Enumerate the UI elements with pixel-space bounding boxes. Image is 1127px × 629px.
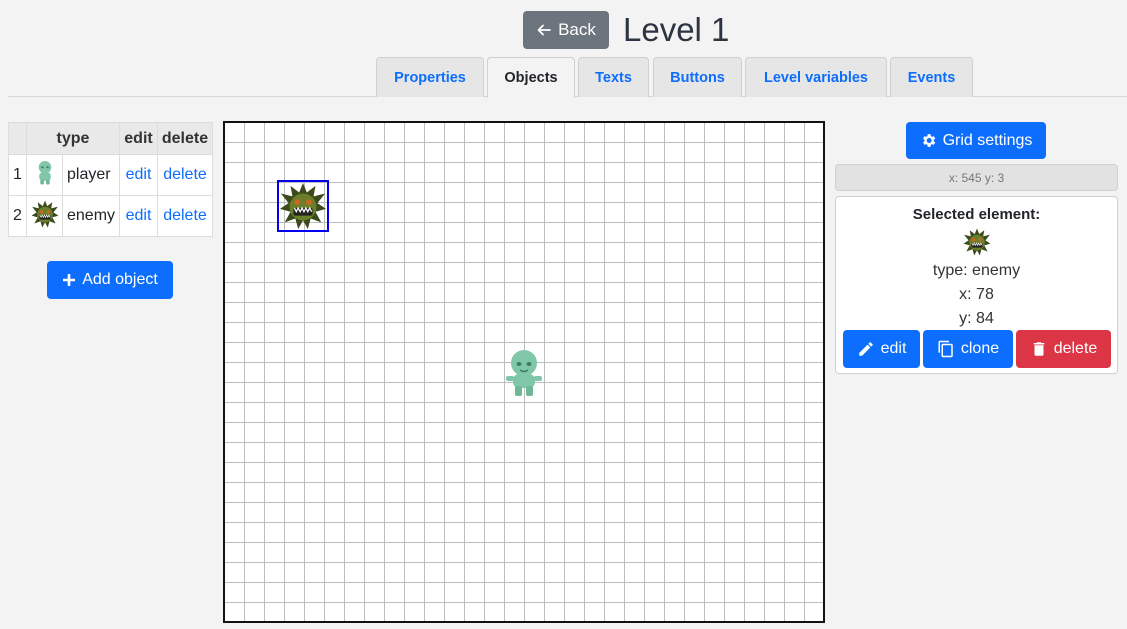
edit-link[interactable]: edit — [126, 166, 152, 183]
grid-settings-button[interactable]: Grid settings — [906, 122, 1046, 159]
header-num — [8, 122, 27, 155]
back-button[interactable]: Back — [523, 11, 609, 49]
delete-button[interactable]: delete — [1016, 330, 1111, 368]
enemy-icon — [26, 195, 63, 237]
tab-buttons[interactable]: Buttons — [653, 57, 742, 97]
objects-table: type edit delete 1 player edit delete 2 — [8, 122, 213, 237]
player-icon — [506, 350, 542, 396]
row-number: 2 — [8, 195, 27, 237]
copy-icon — [938, 340, 953, 358]
player-icon — [26, 154, 63, 196]
edit-button[interactable]: edit — [843, 330, 920, 368]
page-title: Level 1 — [623, 11, 730, 48]
clone-button-label: clone — [960, 340, 1000, 357]
tab-objects[interactable]: Objects — [487, 57, 575, 98]
selected-element-panel: Selected element: type: enemy x: 78 y: 8… — [835, 196, 1118, 374]
selected-x: x: 78 — [959, 286, 994, 303]
delete-link[interactable]: delete — [163, 207, 207, 224]
gear-icon — [922, 134, 935, 147]
table-header-row: type edit delete — [8, 122, 213, 155]
enemy-sprite-selected[interactable] — [277, 180, 329, 232]
selected-type: type: enemy — [932, 262, 1021, 279]
arrow-left-icon — [537, 24, 551, 36]
plus-icon — [63, 274, 76, 286]
selected-element-title: Selected element: — [912, 206, 1041, 223]
row-number: 1 — [8, 154, 27, 196]
back-button-label: Back — [558, 20, 596, 39]
enemy-icon — [963, 227, 991, 257]
grid-settings-label: Grid settings — [942, 131, 1033, 149]
tab-level-variables[interactable]: Level variables — [745, 57, 887, 97]
header-delete: delete — [157, 122, 213, 155]
add-object-label: Add object — [82, 271, 158, 288]
selected-y: y: 84 — [959, 310, 994, 327]
row-type: player — [62, 154, 120, 196]
table-row: 1 player edit delete — [8, 154, 213, 196]
table-row: 2 enemy edit delete — [8, 195, 213, 237]
trash-icon — [1033, 342, 1044, 356]
tab-properties[interactable]: Properties — [376, 57, 484, 97]
edit-button-label: edit — [880, 340, 907, 357]
delete-link[interactable]: delete — [163, 166, 207, 183]
level-canvas[interactable] — [223, 121, 825, 623]
delete-button-label: delete — [1053, 340, 1098, 357]
edit-link[interactable]: edit — [126, 207, 152, 224]
player-sprite[interactable] — [501, 349, 547, 399]
tab-events[interactable]: Events — [890, 57, 973, 97]
header-edit: edit — [119, 122, 158, 155]
tab-texts[interactable]: Texts — [578, 57, 649, 97]
row-type: enemy — [62, 195, 120, 237]
header-type: type — [26, 122, 120, 155]
clone-button[interactable]: clone — [923, 330, 1013, 368]
pencil-icon — [858, 342, 873, 356]
cursor-coordinates: x: 545 y: 3 — [835, 164, 1118, 191]
add-object-button[interactable]: Add object — [47, 261, 173, 299]
enemy-icon — [279, 182, 327, 230]
